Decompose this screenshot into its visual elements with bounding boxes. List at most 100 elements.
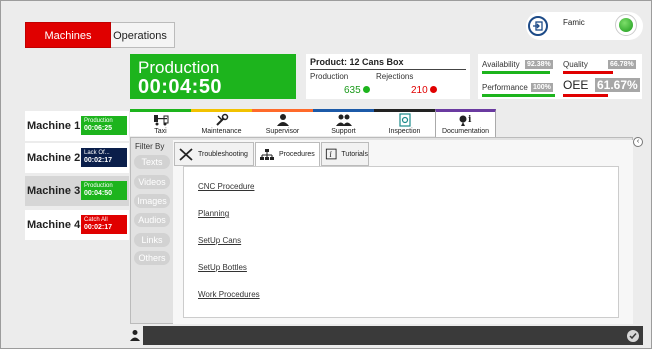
filter-links[interactable]: Links [134,233,170,247]
filter-videos[interactable]: Videos [134,175,170,189]
production-count-value: 635 [344,85,361,96]
add-icon [362,85,370,93]
machine-state: Catch All [84,217,108,223]
svg-text:i: i [329,150,332,159]
filter-texts[interactable]: Texts [134,155,170,169]
filter-audios[interactable]: Audios [134,213,170,227]
machine-timer: 00:04:50 [84,190,113,197]
production-label: Production [310,72,349,81]
procedure-link[interactable]: Planning [198,209,229,218]
filter-others[interactable]: Others [134,251,170,265]
collapse-panel-icon[interactable]: ‹ [633,137,643,147]
machine-status-badge: Lack Of... 00:02:17 [81,148,127,167]
filter-title: Filter By [135,142,165,151]
hierarchy-icon [260,148,274,160]
oee-value: 61.67% [595,78,640,92]
wrench-icon [215,113,228,126]
performance-label: Performance [482,83,528,92]
kpi-summary: Availability 92.38% Quality 66.78% Perfo… [478,54,642,99]
tab-label: Troubleshooting [198,150,248,158]
machine-row-1[interactable]: Machine 1 Production 00:06:25 [25,111,129,141]
machine-status-badge: Production 00:04:50 [81,181,127,200]
taxi-icon [153,115,168,126]
product-title: Product: 12 Cans Box [310,57,404,67]
machine-name: Machine 1 [27,120,81,132]
info-icon: i [325,148,337,160]
machine-timer: 00:02:17 [84,157,113,164]
machine-timer: 00:06:25 [84,125,113,132]
svg-text:i: i [468,115,472,125]
machine-state: Lack Of... [84,150,110,156]
rejections-label: Rejections [376,72,414,81]
procedure-list: CNC Procedure Planning SetUp Cans SetUp … [183,166,619,318]
documentation-panel: Filter By Texts Videos Images Audios Lin… [130,137,633,324]
machine-timer: 00:02:17 [84,224,113,231]
tab-label: Supervisor [265,128,300,135]
procedure-link[interactable]: SetUp Bottles [198,263,247,272]
machine-row-2[interactable]: Machine 2 Lack Of... 00:02:17 [25,143,129,173]
app-window: Operations Machines Famic Production 00:… [0,0,652,349]
tab-label: Procedures [279,151,315,158]
connection-status-icon [615,14,637,36]
tab-maintenance[interactable]: Maintenance [191,109,252,136]
oee-bar [563,94,608,97]
tab-label: Documentation [441,128,490,135]
supervisor-icon [276,114,289,126]
tab-supervisor[interactable]: Supervisor [252,109,313,136]
rejections-count: 210 [411,85,437,96]
document-area: Troubleshooting Procedures i Tutorials C… [173,140,633,324]
product-summary: Product: 12 Cans Box Production Rejectio… [306,54,470,99]
tab-label: Maintenance [201,128,242,135]
machine-state: Production [84,118,113,124]
machine-name: Machine 3 [27,185,81,197]
availability-bar [482,71,550,74]
tab-label: Inspection [388,128,421,135]
machine-status-badge: Catch All 00:02:17 [81,215,127,234]
machine-status-badge: Production 00:06:25 [81,116,127,135]
production-status-box: Production 00:04:50 [130,54,296,99]
login-arrow-icon [533,21,543,31]
tab-documentation[interactable]: i Documentation [435,109,496,139]
tab-machines[interactable]: Machines [25,22,111,48]
performance-value: 100% [531,83,553,92]
checkmark-icon [629,333,637,340]
machine-name: Machine 4 [27,219,81,231]
machine-row-3[interactable]: Machine 3 Production 00:04:50 [25,176,129,206]
tab-support[interactable]: Support [313,109,374,136]
procedure-link[interactable]: CNC Procedure [198,182,254,191]
tab-tutorials[interactable]: i Tutorials [321,142,369,166]
tab-inspection[interactable]: Inspection [374,109,435,136]
procedure-link[interactable]: SetUp Cans [198,236,241,245]
availability-label: Availability [482,60,520,69]
machine-row-4[interactable]: Machine 4 Catch All 00:02:17 [25,210,129,240]
tab-taxi[interactable]: Taxi [130,109,191,136]
machine-state: Production [84,183,113,189]
tab-label: Support [331,128,356,135]
check-icon[interactable] [627,330,639,342]
machine-name: Machine 2 [27,152,81,164]
production-state: Production [138,58,220,77]
documentation-icon: i [459,115,472,126]
divider [310,69,466,70]
tab-procedures[interactable]: Procedures [255,142,320,167]
status-bar [143,326,643,345]
quality-bar [563,71,613,74]
tab-label: Taxi [154,128,167,135]
rejections-count-value: 210 [411,85,428,96]
oee-label: OEE [563,78,589,92]
user-icon[interactable] [129,329,141,341]
quality-label: Quality [563,60,588,69]
production-timer: 00:04:50 [138,76,223,98]
filter-images[interactable]: Images [134,194,170,208]
performance-bar [482,94,555,97]
remove-icon [429,85,437,93]
availability-value: 92.38% [525,60,553,69]
tab-troubleshooting[interactable]: Troubleshooting [174,142,254,166]
user-name: Famic [563,18,585,27]
tab-operations[interactable]: Operations [105,22,175,48]
procedure-link[interactable]: Work Procedures [198,290,260,299]
login-icon[interactable] [528,16,548,36]
support-icon [335,114,352,126]
quality-value: 66.78% [608,60,636,69]
production-count: 635 [344,85,370,96]
